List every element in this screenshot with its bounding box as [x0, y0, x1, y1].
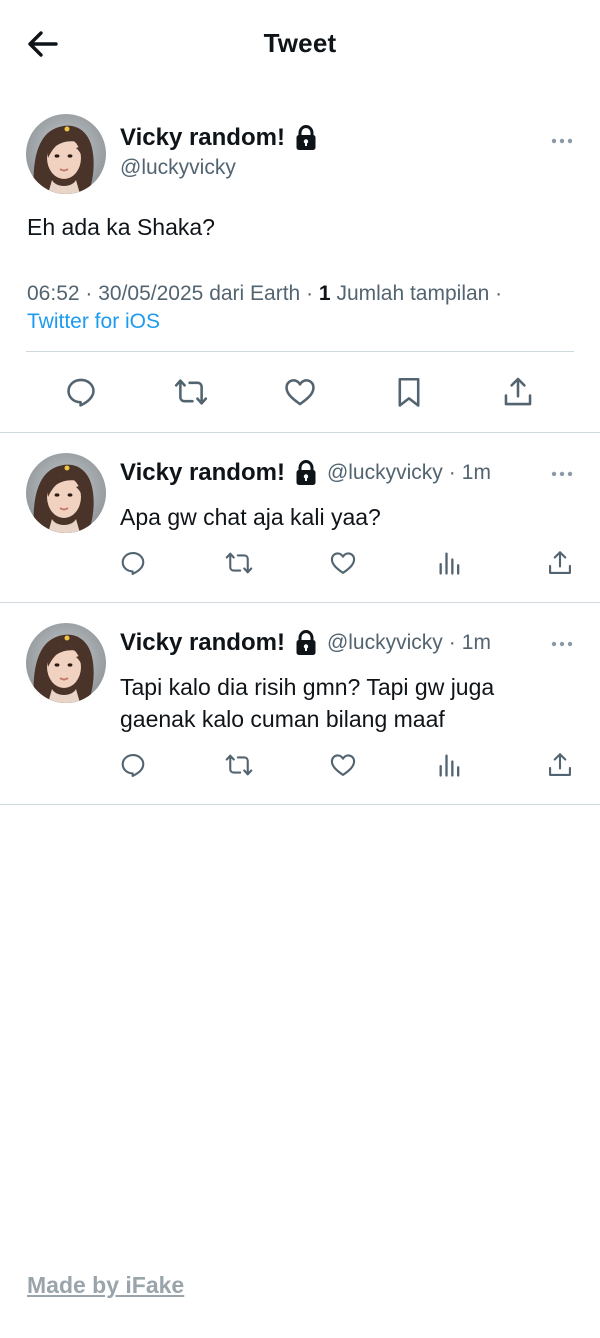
- reply-button[interactable]: [117, 749, 149, 781]
- author-block: Vicky random! @luckyvicky: [120, 124, 317, 180]
- retweet-icon: [174, 375, 208, 409]
- more-icon[interactable]: [550, 136, 574, 146]
- lock-icon: [295, 460, 317, 486]
- tweet-time[interactable]: 06:52: [27, 282, 80, 305]
- footer-credit-link[interactable]: Made by iFake: [27, 1272, 184, 1299]
- retweet-button[interactable]: [223, 547, 255, 579]
- share-button[interactable]: [544, 749, 576, 781]
- like-icon: [329, 549, 357, 577]
- lock-icon: [295, 630, 317, 656]
- views-button[interactable]: [434, 547, 466, 579]
- retweet-button[interactable]: [223, 749, 255, 781]
- timestamp[interactable]: 1m: [462, 461, 491, 485]
- views-icon: [436, 549, 464, 577]
- share-icon: [546, 751, 574, 779]
- handle[interactable]: @luckyvicky: [327, 461, 443, 485]
- like-button[interactable]: [280, 372, 320, 412]
- retweet-button[interactable]: [171, 372, 211, 412]
- share-button[interactable]: [498, 372, 538, 412]
- tweet-text: Tapi kalo dia risih gmn? Tapi gw juga ga…: [120, 674, 495, 732]
- separator: ·: [489, 282, 503, 305]
- like-button[interactable]: [327, 547, 359, 579]
- like-icon: [329, 751, 357, 779]
- display-name[interactable]: Vicky random!: [120, 459, 285, 487]
- views-count: 1: [318, 282, 331, 305]
- tweet-actions: [0, 547, 600, 579]
- reply-tweet[interactable]: Vicky random! @luckyvicky · 1m Apa gw ch…: [0, 433, 600, 601]
- like-button[interactable]: [327, 749, 359, 781]
- reply-icon: [119, 751, 147, 779]
- share-icon: [501, 375, 535, 409]
- page-title: Tweet: [263, 28, 337, 58]
- reply-button[interactable]: [61, 372, 101, 412]
- tweet-text: Apa gw chat aja kali yaa?: [120, 504, 381, 530]
- views-button[interactable]: [434, 749, 466, 781]
- reply-icon: [64, 375, 98, 409]
- avatar[interactable]: [26, 114, 106, 194]
- reply-header: Vicky random! @luckyvicky · 1m: [120, 459, 491, 487]
- share-icon: [546, 549, 574, 577]
- separator: ·: [448, 631, 456, 654]
- reply-header: Vicky random! @luckyvicky · 1m: [120, 629, 491, 657]
- reply-icon: [119, 549, 147, 577]
- tweet-text: Eh ada ka Shaka?: [27, 214, 215, 240]
- tweet-actions: [0, 372, 600, 412]
- tweet-location: dari Earth: [209, 282, 301, 305]
- timestamp[interactable]: 1m: [462, 631, 491, 655]
- tweet-actions: [0, 749, 600, 781]
- separator: ·: [448, 461, 456, 484]
- handle[interactable]: @luckyvicky: [120, 156, 317, 180]
- reply-button[interactable]: [117, 547, 149, 579]
- like-icon: [283, 375, 317, 409]
- reply-tweet[interactable]: Vicky random! @luckyvicky · 1m Tapi kalo…: [0, 603, 600, 803]
- retweet-icon: [225, 549, 253, 577]
- source-link[interactable]: Twitter for iOS: [27, 310, 160, 333]
- more-icon[interactable]: [550, 639, 574, 649]
- divider: [0, 804, 600, 805]
- retweet-icon: [225, 751, 253, 779]
- lock-icon: [295, 125, 317, 151]
- share-button[interactable]: [544, 547, 576, 579]
- tweet-meta: 06:52 · 30/05/2025 dari Earth · 1 Jumlah…: [27, 280, 587, 336]
- views-label[interactable]: Jumlah tampilan: [336, 282, 489, 305]
- views-icon: [436, 751, 464, 779]
- divider: [26, 351, 574, 352]
- display-name[interactable]: Vicky random!: [120, 124, 285, 152]
- handle[interactable]: @luckyvicky: [327, 631, 443, 655]
- bookmark-button[interactable]: [389, 372, 429, 412]
- separator: ·: [300, 282, 319, 305]
- more-icon[interactable]: [550, 469, 574, 479]
- top-bar: Tweet: [0, 0, 600, 88]
- display-name[interactable]: Vicky random!: [120, 629, 285, 657]
- avatar[interactable]: [26, 453, 106, 533]
- tweet-date[interactable]: 30/05/2025: [98, 282, 203, 305]
- separator: ·: [79, 282, 99, 305]
- bookmark-icon: [392, 375, 426, 409]
- avatar[interactable]: [26, 623, 106, 703]
